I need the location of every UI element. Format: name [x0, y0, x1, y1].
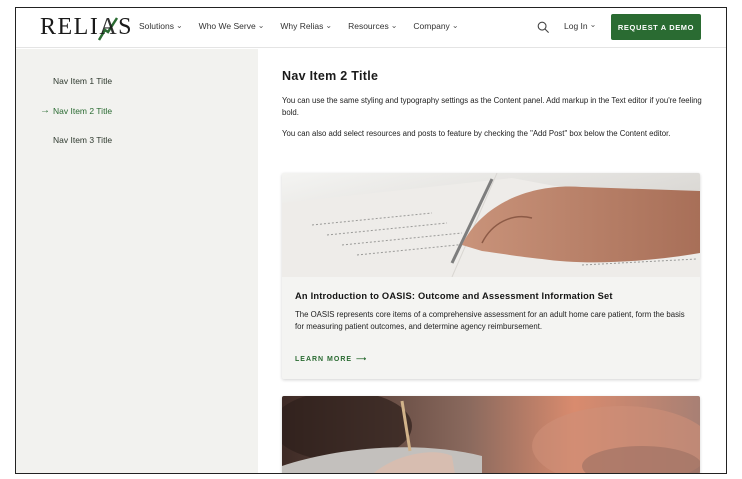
- chevron-down-icon: ⌄: [390, 20, 398, 30]
- menu-who-we-serve[interactable]: Who We Serve ⌄: [199, 20, 265, 32]
- secondary-paragraph: You can also add select resources and po…: [282, 129, 671, 138]
- card-description: The OASIS represents core items of a com…: [295, 310, 685, 331]
- menu-company[interactable]: Company ⌄: [413, 20, 459, 32]
- sidebar: Nav Item 1 Title → Nav Item 2 Title Nav …: [16, 49, 258, 473]
- chevron-down-icon: ⌄: [257, 20, 265, 30]
- page-frame: REL I A S Solutions ⌄ Who We Serve ⌄ Why Reli…: [15, 7, 727, 474]
- menu-resources[interactable]: Resources ⌄: [348, 20, 398, 32]
- login-label: Log In: [564, 21, 588, 31]
- relias-logo[interactable]: REL I A S: [40, 13, 133, 41]
- card-image-writing-form: [282, 173, 700, 277]
- main-nav: Solutions ⌄ Who We Serve ⌄ Why Relias ⌄ Res…: [139, 20, 459, 32]
- page-title: Nav Item 2 Title: [282, 69, 379, 83]
- logo-text-left: REL: [40, 13, 90, 40]
- menu-why-relias[interactable]: Why Relias ⌄: [280, 20, 333, 32]
- card-title[interactable]: An Introduction to OASIS: Outcome and As…: [295, 291, 613, 301]
- arrow-right-icon: ⟶: [356, 356, 368, 363]
- resource-card[interactable]: An Introduction to OASIS: Outcome and As…: [282, 173, 700, 379]
- chevron-down-icon: ⌄: [175, 20, 183, 30]
- chevron-down-icon: ⌄: [325, 20, 333, 30]
- logo-text-right: S: [118, 13, 134, 40]
- request-demo-button[interactable]: REQUEST A DEMO: [611, 14, 701, 40]
- learn-more-link[interactable]: LEARN MORE ⟶: [295, 355, 368, 364]
- site-header: REL I A S Solutions ⌄ Who We Serve ⌄ Why Reli…: [16, 8, 726, 48]
- sidebar-item-nav-3[interactable]: Nav Item 3 Title: [53, 135, 112, 145]
- search-icon[interactable]: [537, 21, 550, 34]
- menu-solutions[interactable]: Solutions ⌄: [139, 20, 183, 32]
- resource-card[interactable]: [282, 396, 700, 473]
- card-image-consultation: [282, 396, 700, 473]
- arrow-right-icon: →: [40, 105, 50, 116]
- learn-more-label: LEARN MORE: [295, 355, 353, 363]
- logo-a-mark: A: [98, 13, 119, 41]
- intro-paragraph: You can use the same styling and typogra…: [282, 96, 702, 117]
- login-menu[interactable]: Log In ⌄: [564, 20, 597, 31]
- sidebar-item-nav-1[interactable]: Nav Item 1 Title: [53, 76, 112, 86]
- sidebar-item-nav-2[interactable]: Nav Item 2 Title: [53, 106, 112, 116]
- chevron-down-icon: ⌄: [589, 20, 597, 29]
- chevron-down-icon: ⌄: [451, 20, 459, 30]
